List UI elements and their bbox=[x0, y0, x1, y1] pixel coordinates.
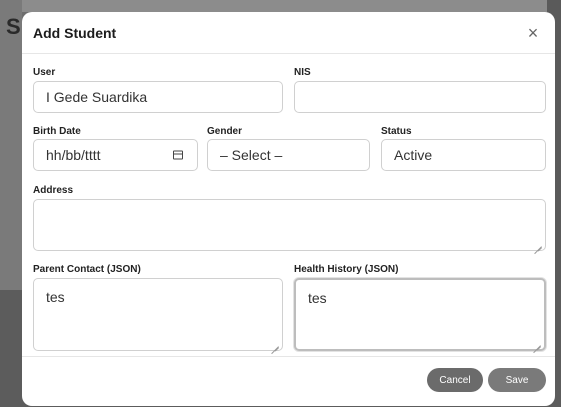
modal-title: Add Student bbox=[33, 24, 117, 41]
save-button[interactable]: Save bbox=[488, 368, 546, 392]
backdrop-heading-fragment: S bbox=[6, 14, 21, 39]
resize-handle-icon[interactable] bbox=[534, 239, 542, 247]
user-input[interactable]: I Gede Suardika bbox=[33, 81, 283, 113]
modal-footer: Cancel Save bbox=[22, 356, 555, 406]
status-input[interactable]: Active bbox=[381, 139, 546, 171]
status-label: Status bbox=[381, 126, 412, 137]
health-history-label: Health History (JSON) bbox=[294, 264, 399, 275]
user-label: User bbox=[33, 67, 56, 78]
parent-contact-value: tes bbox=[46, 289, 65, 305]
birth-date-label: Birth Date bbox=[33, 126, 81, 137]
address-label: Address bbox=[33, 185, 74, 196]
cancel-button[interactable]: Cancel bbox=[427, 368, 483, 392]
close-icon[interactable]: × bbox=[523, 23, 543, 43]
nis-input[interactable] bbox=[294, 81, 546, 113]
health-history-textarea[interactable]: tes bbox=[294, 278, 546, 351]
resize-handle-icon[interactable] bbox=[533, 338, 541, 346]
add-student-modal: Add Student × User I Gede Suardika NIS B… bbox=[22, 12, 555, 406]
calendar-icon[interactable] bbox=[173, 150, 183, 160]
nis-label: NIS bbox=[294, 67, 311, 78]
birth-date-input[interactable]: hh/bb/tttt bbox=[33, 139, 198, 171]
gender-select[interactable]: – Select – bbox=[207, 139, 370, 171]
parent-contact-textarea[interactable]: tes bbox=[33, 278, 283, 351]
health-history-value: tes bbox=[308, 290, 327, 306]
gender-label: Gender bbox=[207, 126, 243, 137]
modal-body: User I Gede Suardika NIS Birth Date hh/b… bbox=[22, 54, 555, 356]
resize-handle-icon[interactable] bbox=[271, 339, 279, 347]
address-textarea[interactable] bbox=[33, 199, 546, 251]
parent-contact-label: Parent Contact (JSON) bbox=[33, 264, 141, 275]
modal-header: Add Student × bbox=[22, 12, 555, 54]
birth-date-value: hh/bb/tttt bbox=[46, 147, 101, 163]
backdrop-header bbox=[0, 0, 561, 12]
